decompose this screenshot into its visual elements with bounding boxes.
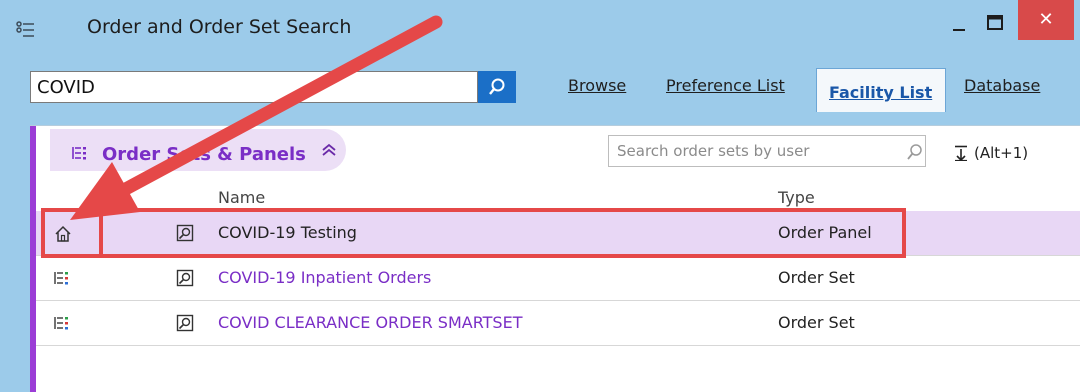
row-type: Order Set xyxy=(778,313,855,332)
close-button[interactable]: ✕ xyxy=(1018,0,1074,40)
order-set-icon xyxy=(54,270,70,290)
shortcut-label: (Alt+1) xyxy=(974,144,1029,162)
order-set-icon xyxy=(54,315,70,335)
jump-to-top-icon xyxy=(955,145,967,161)
maximize-button[interactable] xyxy=(980,10,1010,38)
minimize-button[interactable] xyxy=(943,12,975,38)
collapse-chevron-icon[interactable] xyxy=(320,141,338,164)
search-button[interactable] xyxy=(478,71,516,103)
row-name[interactable]: COVID-19 Inpatient Orders xyxy=(218,268,431,287)
search-order-sets-by-user-input[interactable] xyxy=(608,135,926,167)
table-row[interactable]: COVID CLEARANCE ORDER SMARTSET Order Set xyxy=(36,301,1080,346)
window-title: Order and Order Set Search xyxy=(87,16,352,38)
order-set-icon xyxy=(72,145,88,165)
order-search-window: Order and Order Set Search ✕ Browse Pref… xyxy=(0,0,1080,392)
tab-browse[interactable]: Browse xyxy=(568,76,626,108)
column-header-name[interactable]: Name xyxy=(218,188,265,207)
search-icon[interactable] xyxy=(906,143,924,165)
row-name[interactable]: COVID CLEARANCE ORDER SMARTSET xyxy=(218,313,522,332)
title-bar: Order and Order Set Search ✕ xyxy=(0,0,1080,58)
order-sets-section-header[interactable]: Order Sets & Panels xyxy=(50,129,346,171)
tab-database[interactable]: Database xyxy=(964,76,1040,108)
jump-to-top-shortcut[interactable]: (Alt+1) xyxy=(954,144,1028,162)
annotation-box-row xyxy=(99,208,906,258)
row-type: Order Set xyxy=(778,268,855,287)
tab-preference-list[interactable]: Preference List xyxy=(666,76,785,108)
section-title: Order Sets & Panels xyxy=(102,144,306,165)
tab-facility-list[interactable]: Facility List xyxy=(816,68,946,112)
results-panel: Order Sets & Panels (Alt+1) xyxy=(30,125,1080,392)
app-list-icon xyxy=(16,20,36,40)
magnifier-icon xyxy=(489,78,505,95)
column-header-type[interactable]: Type xyxy=(778,188,815,207)
close-icon: ✕ xyxy=(1038,9,1054,30)
preview-icon[interactable] xyxy=(176,269,194,291)
table-row[interactable]: COVID-19 Inpatient Orders Order Set xyxy=(36,256,1080,301)
order-search-input[interactable] xyxy=(30,71,478,103)
preview-icon[interactable] xyxy=(176,314,194,336)
annotation-box-home xyxy=(41,208,103,258)
